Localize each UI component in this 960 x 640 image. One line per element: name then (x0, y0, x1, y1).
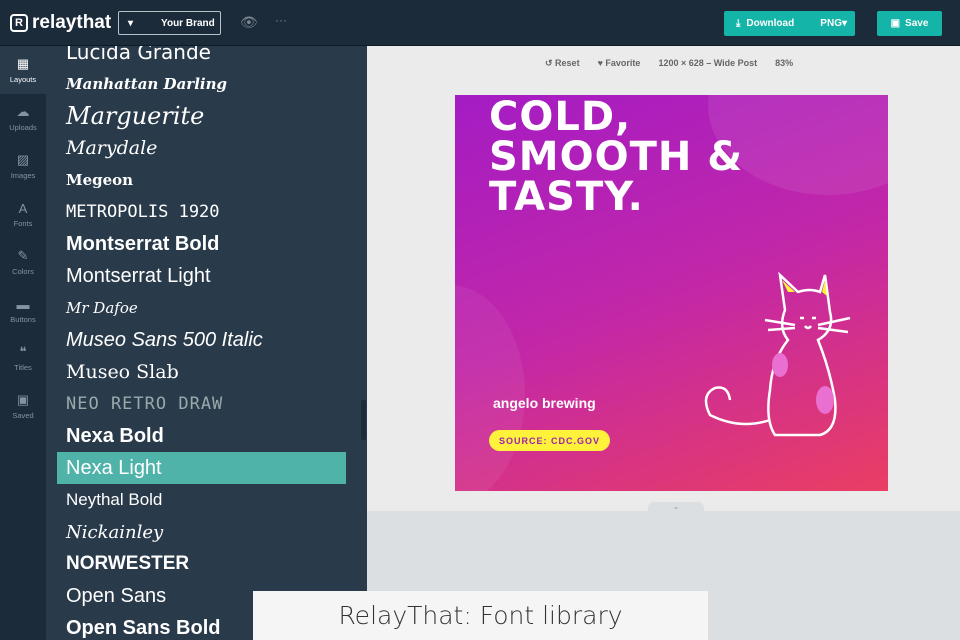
floppy-icon: ▣ (16, 392, 30, 407)
brand-select[interactable]: ▾ Your Brand (118, 11, 221, 35)
favorite-label: Favorite (605, 58, 641, 68)
download-button[interactable]: ⤓ Download PNG▾ (724, 11, 855, 36)
source-badge[interactable]: SOURCE: CDC.GOV (489, 430, 611, 451)
download-icon: ⤓ (736, 18, 741, 29)
sidebar-item-label: Images (10, 171, 36, 180)
font-item[interactable]: Museo Sans 500 Italic (57, 324, 346, 356)
headline-line: SMOOTH & (489, 134, 744, 180)
font-item[interactable]: Marydale (57, 132, 346, 164)
save-button[interactable]: ▣ Save (877, 11, 942, 36)
sidebar-rail: ▦ Layouts ☁ Uploads ▨ Images A Fonts ✎ Colors ▬ But… (0, 46, 46, 640)
font-item[interactable]: Megeon (57, 164, 346, 196)
chevron-down-icon: ⌄ (672, 502, 680, 511)
collapse-handle[interactable]: ⌄ (648, 502, 704, 512)
logo[interactable]: Rrelaythat (10, 12, 111, 34)
sidebar-item-uploads[interactable]: ☁ Uploads (0, 94, 46, 142)
sidebar-item-fonts[interactable]: A Fonts (0, 190, 46, 238)
sidebar-item-label: Titles (14, 363, 32, 372)
sidebar-item-label: Layouts (9, 75, 37, 84)
sidebar-item-saved[interactable]: ▣ Saved (0, 382, 46, 430)
design-canvas[interactable]: COLD, SMOOTH & TASTY. angelo brewing SOURC… (455, 95, 888, 491)
save-label: Save (905, 18, 929, 29)
favorite-button[interactable]: ♥ Favorite (598, 58, 641, 69)
sidebar-item-images[interactable]: ▨ Images (0, 142, 46, 190)
sidebar-item-colors[interactable]: ✎ Colors (0, 238, 46, 286)
font-item[interactable]: Nexa Light (57, 452, 346, 484)
cat-illustration (704, 271, 851, 437)
brand-name[interactable]: angelo brewing (493, 395, 596, 411)
save-icon: ▣ (890, 18, 901, 29)
image-icon: ▨ (16, 152, 30, 167)
brush-icon: ✎ (17, 248, 29, 263)
font-item[interactable]: Marguerite (57, 100, 346, 132)
sidebar-item-titles[interactable]: ❝ Titles (0, 334, 46, 382)
font-item[interactable]: Montserrat Light (57, 260, 346, 292)
zoom-level: 83% (775, 58, 794, 68)
top-bar: Rrelaythat ▾ Your Brand 👁 ··· ⤓ Download PN… (0, 0, 960, 46)
sidebar-item-label: Saved (12, 411, 34, 420)
more-icon[interactable]: ··· (275, 13, 287, 27)
layout-icon: ▦ (16, 56, 30, 71)
caption: RelayThat: Font library (253, 591, 708, 640)
sidebar-item-label: Uploads (9, 123, 37, 132)
font-item[interactable]: NORWESTER (57, 548, 346, 580)
logo-text: relaythat (32, 12, 112, 33)
size-select[interactable]: 1200 × 628 – Wide Post (658, 58, 757, 69)
sidebar-item-layouts[interactable]: ▦ Layouts (0, 46, 46, 94)
cloud-upload-icon: ☁ (16, 104, 30, 119)
brand-select-label: Your Brand (161, 17, 215, 29)
undo-icon: ↺ (545, 58, 556, 68)
font-item[interactable]: Nexa Bold (57, 420, 346, 452)
font-item[interactable]: Neythal Bold (57, 484, 346, 516)
reset-button[interactable]: ↺ Reset (545, 58, 580, 69)
headline-line: TASTY. (489, 174, 644, 220)
canvas-toolbar: ↺ Reset ♥ Favorite 1200 × 628 – Wide Pos… (545, 58, 793, 69)
font-list-scrollbar[interactable] (361, 400, 366, 440)
font-item[interactable]: Museo Slab (57, 356, 346, 388)
caret-down-icon: ▾ (128, 17, 134, 29)
eye-icon[interactable]: 👁 (240, 14, 258, 31)
sidebar-item-label: Fonts (13, 218, 33, 228)
reset-label: Reset (555, 58, 580, 68)
font-item[interactable]: Lucida Grande (57, 46, 346, 68)
format-select[interactable]: PNG▾ (820, 18, 847, 29)
sidebar-item-label: Buttons (10, 314, 36, 324)
sidebar-item-label: Colors (12, 267, 34, 276)
font-item[interactable]: Nickainley (57, 516, 346, 548)
decor-blob (455, 285, 525, 491)
download-label: Download (746, 18, 795, 29)
font-list: Lucida Grande Manhattan Darling Marguerite… (46, 46, 367, 640)
font-item[interactable]: METROPOLIS 1920 (57, 196, 346, 228)
headline-line: COLD, (489, 95, 632, 140)
format-label: PNG (820, 18, 842, 29)
font-item[interactable]: Mr Dafoe (57, 292, 346, 324)
font-item[interactable]: NEO RETRO DRAW (57, 388, 346, 420)
button-icon: ▬ (16, 296, 30, 312)
sidebar-item-buttons[interactable]: ▬ Buttons (0, 286, 46, 334)
font-item[interactable]: Manhattan Darling (57, 68, 346, 100)
logo-icon: R (10, 14, 28, 32)
font-icon: A (18, 200, 28, 216)
headline[interactable]: COLD, SMOOTH & TASTY. (489, 97, 743, 217)
quote-icon: ❝ (19, 344, 27, 359)
font-item[interactable]: Montserrat Bold (57, 228, 346, 260)
